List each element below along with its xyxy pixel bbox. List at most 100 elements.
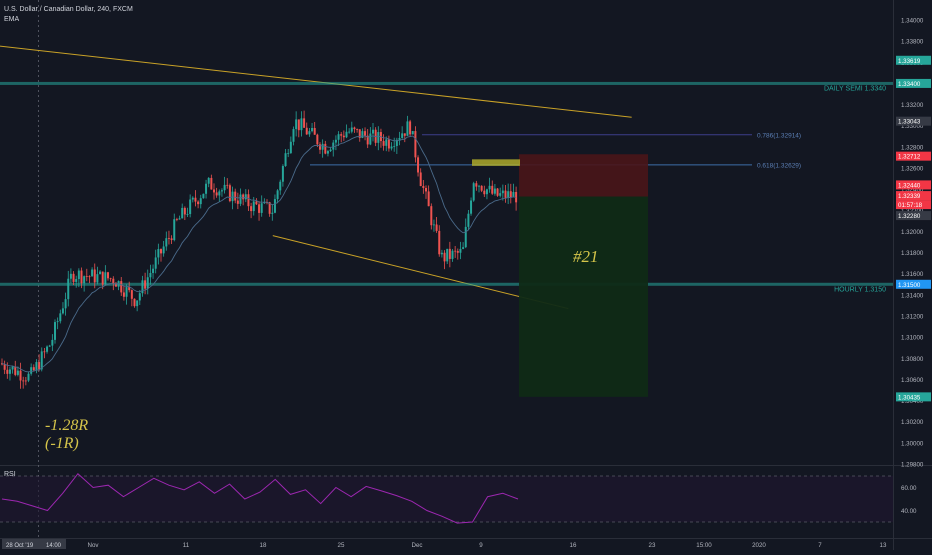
candle-body [170, 238, 173, 241]
candle-body [329, 149, 332, 152]
candle-body [342, 135, 345, 138]
candle-body [236, 200, 239, 204]
candle-body [255, 201, 258, 205]
candle-body [136, 300, 139, 307]
price-label: 1.32440 [896, 180, 931, 190]
candle-body [419, 172, 422, 187]
candle-body [462, 247, 465, 249]
candle-body [14, 366, 17, 375]
candle-body [324, 143, 327, 154]
price-chart[interactable]: 1.340001.338001.336001.334001.332001.330… [0, 0, 932, 550]
candle-body [252, 201, 255, 212]
candle-body [234, 191, 237, 201]
candle-body [242, 194, 245, 200]
candle-body [8, 369, 11, 374]
time-tick-label: 18 [260, 542, 267, 549]
candle-body [244, 194, 247, 200]
price-tick-label: 1.32600 [901, 166, 924, 173]
rsi-indicator-label[interactable]: RSI [4, 471, 16, 478]
time-tick-label: 7 [818, 542, 822, 549]
price-tick-label: 1.31000 [901, 335, 924, 342]
time-tick-label: 23 [649, 542, 656, 549]
price-label-text: 1.32280 [898, 213, 921, 220]
candle-body [446, 248, 449, 262]
candle-body [165, 238, 168, 247]
price-tick-label: 1.33200 [901, 102, 924, 109]
candle-body [183, 207, 186, 215]
candle-body [207, 177, 210, 184]
candle-body [467, 213, 470, 227]
candle-body [191, 197, 194, 200]
price-label-text: 01:57:18 [898, 202, 923, 209]
candle-body [321, 143, 324, 150]
candle-body [48, 345, 51, 347]
candle-body [260, 203, 263, 213]
time-tick-label: 11 [183, 542, 190, 549]
fib-level-label: 0.786(1.32914) [757, 132, 801, 139]
candle-body [120, 281, 123, 293]
candle-body [332, 142, 335, 150]
candle-body [403, 133, 406, 136]
price-label-text: 1.33043 [898, 119, 921, 126]
trade-number-annotation: #21 [573, 247, 599, 266]
candle-body [300, 118, 303, 131]
price-label-text: 1.32712 [898, 154, 921, 161]
symbol-title[interactable]: U.S. Dollar / Canadian Dollar, 240, FXCM [4, 5, 133, 15]
candle-body [409, 121, 412, 135]
price-label: 1.30435 [896, 392, 931, 402]
candle-body [162, 246, 165, 254]
price-tick-label: 1.29800 [901, 462, 924, 469]
candle-body [279, 181, 282, 191]
candle-body [223, 184, 226, 191]
r-risk-annotation: (-1R) [45, 435, 79, 452]
candle-body [345, 131, 348, 138]
price-label: 01:57:18 [896, 200, 931, 210]
candle-body [430, 206, 433, 226]
price-label-text: 1.33400 [898, 81, 921, 88]
candle-body [295, 119, 298, 130]
candle-body [472, 183, 475, 201]
candle-body [350, 127, 353, 132]
price-label: 1.31500 [896, 279, 931, 289]
candle-body [414, 131, 417, 158]
candle-body [480, 185, 483, 191]
candle-body [32, 367, 35, 371]
candle-body [297, 119, 300, 131]
candle-body [226, 184, 229, 186]
candle-body [319, 144, 321, 150]
candle-body [51, 339, 54, 346]
candle-body [138, 293, 141, 301]
candle-body [276, 190, 279, 200]
price-label-text: 1.31500 [898, 282, 921, 289]
candle-body [220, 190, 223, 192]
candle-body [454, 250, 457, 252]
candle-body [38, 362, 41, 370]
candle-body [54, 322, 56, 340]
candle-body [75, 279, 78, 282]
ema-indicator-label[interactable]: EMA [4, 15, 133, 25]
candle-body [443, 252, 446, 262]
crosshair-date-label: 28 Oct '19 [6, 543, 34, 549]
candle-body [313, 127, 316, 135]
candle-body [175, 219, 178, 220]
candle-body [406, 121, 409, 136]
price-tick-label: 1.30800 [901, 356, 924, 363]
price-tick-label: 1.32800 [901, 144, 924, 151]
candle-body [154, 257, 157, 269]
chart-area[interactable]: 1.340001.338001.336001.334001.332001.330… [0, 0, 932, 550]
candle-body [104, 272, 107, 285]
candle-body [91, 269, 94, 277]
candle-body [438, 230, 441, 255]
candle-body [417, 157, 420, 173]
candle-body [451, 250, 454, 259]
candle [414, 126, 417, 163]
candle-body [372, 129, 374, 134]
candle-body [356, 129, 359, 130]
rsi-chart: 60.00 40.00 [0, 472, 917, 524]
price-tick-label: 1.30200 [901, 419, 924, 426]
candle-body [271, 212, 274, 214]
price-tick-label: 1.31200 [901, 314, 924, 321]
price-tick-label: 1.30000 [901, 440, 924, 447]
candle-body [504, 190, 507, 198]
candle-body [67, 278, 70, 300]
